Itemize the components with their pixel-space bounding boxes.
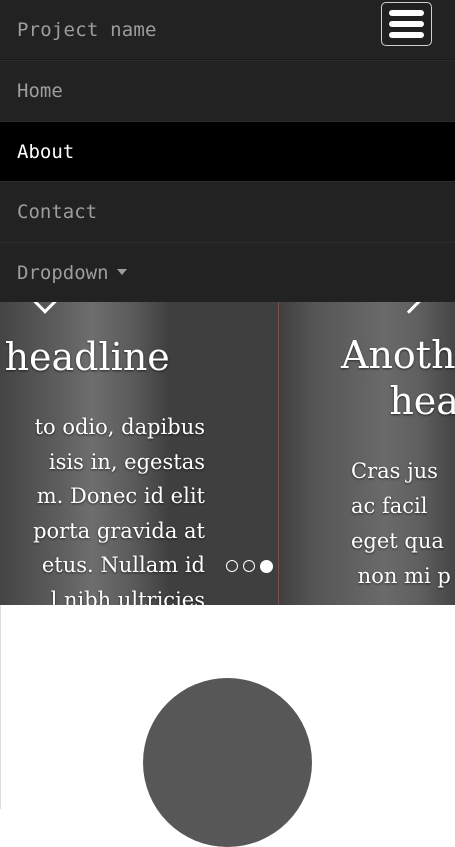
brand-link[interactable]: Project name <box>17 17 157 43</box>
nav-menu: Home About Contact Dropdown <box>0 60 455 302</box>
nav-item-label: Contact <box>17 201 98 223</box>
navbar: Project name Home About Contact Dropdown <box>0 0 455 302</box>
marketing-section <box>0 605 455 847</box>
carousel-indicators <box>226 560 273 573</box>
slide-body: to odio, dapibus isis in, egestas m. Don… <box>33 415 205 605</box>
carousel-indicator[interactable] <box>243 560 255 572</box>
slide-body: Cras jus ac facil eget qua non mi p <box>351 459 451 588</box>
slide-headline: Anoth hea <box>341 333 455 423</box>
dropdown-label: Dropdown <box>17 261 109 284</box>
navbar-toggle-button[interactable] <box>381 2 432 46</box>
carousel-slide: Anoth hea Cras jus ac facil eget qua non… <box>278 302 455 605</box>
hamburger-menu-icon <box>389 10 424 16</box>
featurette-placeholder-image <box>143 678 312 847</box>
navbar-header: Project name <box>0 0 455 60</box>
nav-item-contact[interactable]: Contact <box>0 181 455 242</box>
carousel: e headline to odio, dapibus isis in, ege… <box>0 302 455 605</box>
carousel-indicator-active[interactable] <box>260 560 273 573</box>
hamburger-menu-icon-bar <box>389 32 424 38</box>
nav-item-label: Home <box>17 80 63 102</box>
nav-item-dropdown[interactable]: Dropdown <box>0 241 455 303</box>
hamburger-menu-icon-bar <box>389 21 424 27</box>
nav-item-about[interactable]: About <box>0 120 455 181</box>
nav-item-label: Dropdown <box>17 260 127 286</box>
carousel-indicator[interactable] <box>226 560 238 572</box>
caret-down-icon <box>116 268 127 275</box>
nav-item-home[interactable]: Home <box>0 60 455 121</box>
nav-item-label: About <box>17 140 75 163</box>
slide-headline: e headline <box>0 335 170 379</box>
